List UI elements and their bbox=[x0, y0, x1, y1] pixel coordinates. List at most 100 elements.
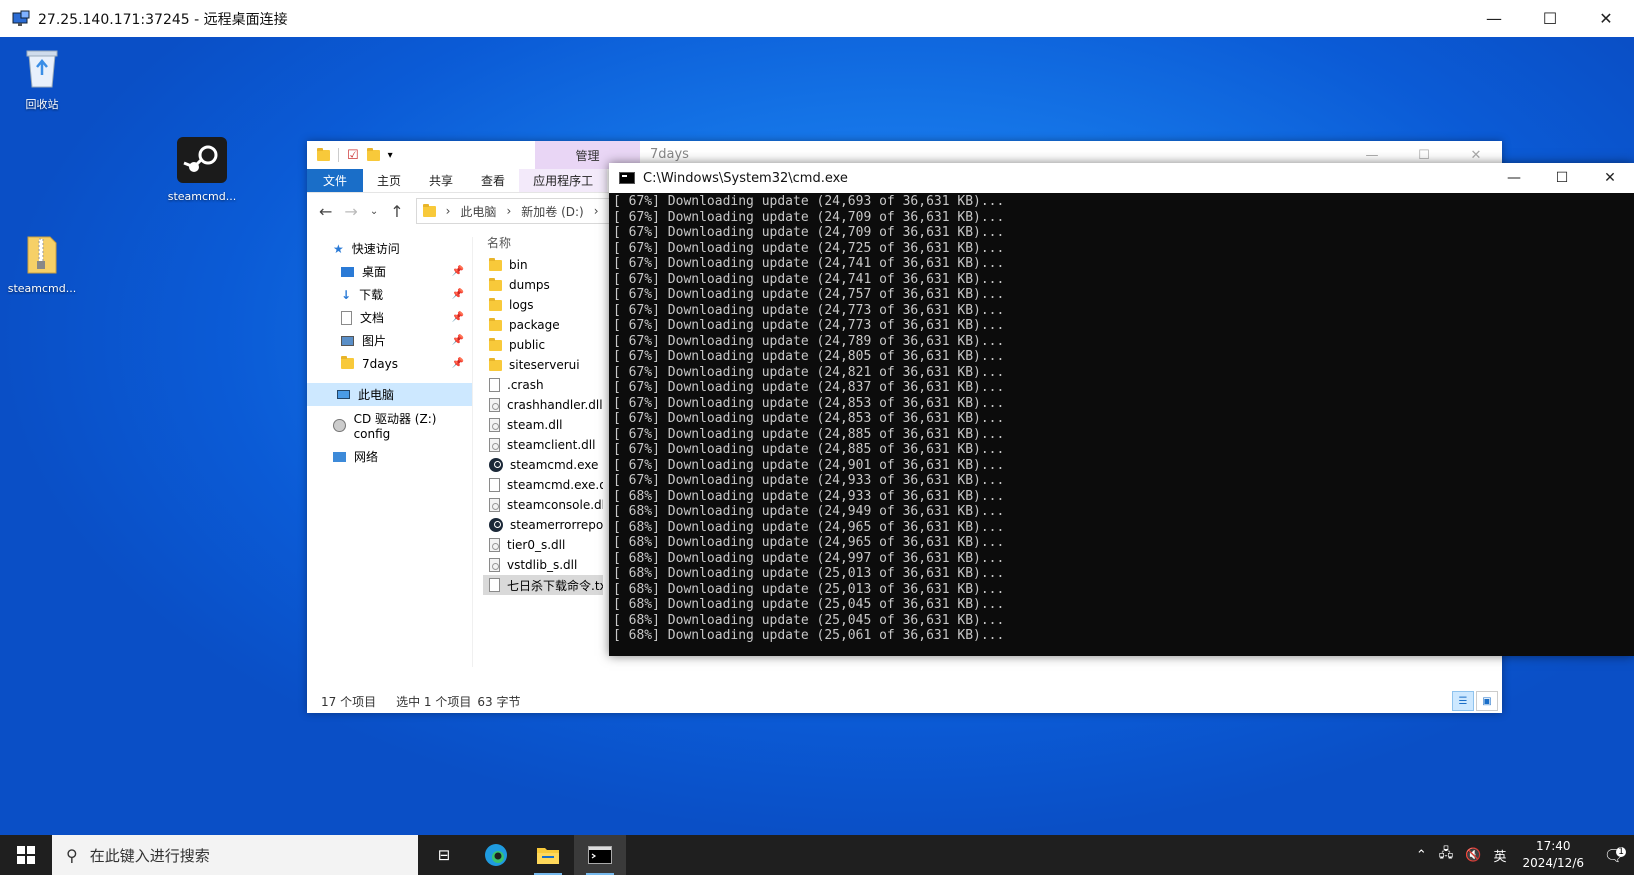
desktop-icon-label: steamcmd... bbox=[167, 190, 237, 203]
nav-this-pc[interactable]: 此电脑 bbox=[307, 383, 472, 406]
input-method-indicator[interactable]: 英 bbox=[1487, 846, 1512, 865]
pin-icon: 📌 bbox=[451, 266, 464, 277]
desktop-icon-steamcmd-zip[interactable]: steamcmd... bbox=[0, 233, 84, 295]
console-line: [ 67%] Downloading update (24,741 of 36,… bbox=[613, 256, 1005, 271]
large-icons-view-icon[interactable]: ▣ bbox=[1476, 691, 1498, 711]
file-list-item[interactable]: siteserverui bbox=[483, 355, 603, 375]
nav-label: 文档 bbox=[360, 311, 385, 325]
forward-arrow-icon[interactable]: → bbox=[344, 202, 357, 221]
file-list-item[interactable]: steam.dll bbox=[483, 415, 603, 435]
taskbar: ⚲ 在此键入进行搜索 ⊟ ⌃ 🖧 🔇 英 17:40 2024/12/6 🗨 1 bbox=[0, 835, 1634, 875]
cmd-close-button[interactable]: ✕ bbox=[1586, 163, 1634, 193]
nav-quick-access[interactable]: ★ 快速访问 bbox=[307, 237, 472, 260]
customize-quick-access-icon[interactable]: ▾ bbox=[388, 150, 393, 161]
file-list-item[interactable]: bin bbox=[483, 255, 603, 275]
tab-file[interactable]: 文件 bbox=[307, 169, 364, 192]
file-list-item[interactable]: .crash bbox=[483, 375, 603, 395]
network-icon bbox=[333, 451, 346, 462]
file-list-item[interactable]: 七日杀下载命令.txt bbox=[483, 575, 603, 595]
file-name: .crash bbox=[507, 378, 544, 392]
taskbar-search-box[interactable]: ⚲ 在此键入进行搜索 bbox=[52, 835, 418, 875]
file-list-item[interactable]: package bbox=[483, 315, 603, 335]
column-header-name[interactable]: 名称 bbox=[483, 229, 603, 255]
tab-share[interactable]: 共享 bbox=[415, 169, 467, 192]
dll-file-icon bbox=[489, 498, 500, 512]
breadcrumb-this-pc[interactable]: 此电脑 bbox=[460, 203, 496, 220]
console-line: [ 67%] Downloading update (24,853 of 36,… bbox=[613, 411, 1005, 426]
nav-item-downloads[interactable]: ↓ 下载 📌 bbox=[307, 283, 472, 306]
recent-locations-icon[interactable]: ⌄ bbox=[370, 206, 378, 217]
console-line: [ 68%] Downloading update (24,933 of 36,… bbox=[613, 488, 1005, 504]
nav-label: CD 驱动器 (Z:) config bbox=[353, 412, 437, 441]
file-list-item[interactable]: public bbox=[483, 335, 603, 355]
desktop-icon-label: steamcmd... bbox=[7, 282, 77, 295]
file-name: steamcmd.exe bbox=[510, 458, 599, 472]
nav-item-7days[interactable]: 7days 📌 bbox=[307, 352, 472, 375]
console-line: [ 67%] Downloading update (24,693 of 36,… bbox=[613, 194, 1005, 209]
cmd-maximize-button[interactable]: ☐ bbox=[1538, 163, 1586, 193]
system-tray: ⌃ 🖧 🔇 英 17:40 2024/12/6 🗨 1 bbox=[1410, 835, 1634, 875]
computer-icon bbox=[337, 390, 350, 399]
tab-home[interactable]: 主页 bbox=[363, 169, 415, 192]
tab-application-tools[interactable]: 应用程序工 bbox=[519, 169, 608, 192]
file-list-item[interactable]: logs bbox=[483, 295, 603, 315]
chevron-up-icon[interactable]: ⌃ bbox=[1410, 848, 1433, 863]
file-list-item[interactable]: steamcmd.exe.old bbox=[483, 475, 603, 495]
file-list-item[interactable]: steamcmd.exe bbox=[483, 455, 603, 475]
notification-center-button[interactable]: 🗨 1 bbox=[1594, 846, 1634, 865]
taskbar-file-explorer-button[interactable] bbox=[522, 835, 574, 875]
task-view-button[interactable]: ⊟ bbox=[418, 835, 470, 875]
properties-icon[interactable]: ☑ bbox=[347, 148, 359, 163]
file-list-item[interactable]: steamconsole.dll bbox=[483, 495, 603, 515]
new-folder-icon[interactable] bbox=[366, 147, 380, 161]
console-line: [ 68%] Downloading update (25,013 of 36,… bbox=[613, 581, 1005, 597]
rdp-maximize-button[interactable]: ☐ bbox=[1522, 0, 1578, 37]
console-line: [ 67%] Downloading update (24,789 of 36,… bbox=[613, 333, 1005, 349]
pin-icon: 📌 bbox=[451, 289, 464, 300]
breadcrumb-drive-d[interactable]: 新加卷 (D:) bbox=[521, 203, 583, 220]
zip-folder-icon bbox=[27, 236, 57, 274]
nav-label: 此电脑 bbox=[358, 388, 395, 402]
nav-item-desktop[interactable]: 桌面 📌 bbox=[307, 260, 472, 283]
status-bar: 17 个项目 选中 1 个项目 63 字节 bbox=[307, 689, 1502, 713]
rdp-close-button[interactable]: ✕ bbox=[1578, 0, 1634, 37]
speaker-muted-icon[interactable]: 🔇 bbox=[1459, 848, 1487, 863]
clock-date: 2024/12/6 bbox=[1522, 856, 1584, 870]
nav-cd-drive[interactable]: CD 驱动器 (Z:) config bbox=[307, 412, 472, 441]
file-name: crashhandler.dll bbox=[507, 398, 603, 412]
nav-label: 桌面 bbox=[362, 265, 387, 279]
console-line: [ 67%] Downloading update (24,837 of 36,… bbox=[613, 380, 1005, 395]
file-list-item[interactable]: vstdlib_s.dll bbox=[483, 555, 603, 575]
desktop-icon-steamcmd-shortcut[interactable]: steamcmd... bbox=[160, 137, 244, 203]
folder-icon bbox=[489, 277, 502, 291]
start-button[interactable] bbox=[0, 835, 52, 875]
nav-network[interactable]: 网络 bbox=[307, 445, 472, 468]
cmd-window: C:\Windows\System32\cmd.exe — ☐ ✕ [ 67%]… bbox=[609, 163, 1634, 656]
steam-icon bbox=[489, 518, 503, 532]
file-list-item[interactable]: steamerrorreporter.exe bbox=[483, 515, 603, 535]
text-file-icon bbox=[489, 578, 500, 592]
windows-logo-icon bbox=[17, 846, 35, 864]
details-view-icon[interactable]: ☰ bbox=[1452, 691, 1474, 711]
nav-item-documents[interactable]: 文档 📌 bbox=[307, 306, 472, 329]
file-name: 七日杀下载命令.txt bbox=[507, 578, 603, 593]
console-output[interactable]: [ 67%] Downloading update (24,693 of 36,… bbox=[609, 193, 1634, 645]
rdp-minimize-button[interactable]: — bbox=[1466, 0, 1522, 37]
back-arrow-icon[interactable]: ← bbox=[319, 202, 332, 221]
taskbar-clock[interactable]: 17:40 2024/12/6 bbox=[1512, 838, 1594, 872]
cmd-titlebar: C:\Windows\System32\cmd.exe — ☐ ✕ bbox=[609, 163, 1634, 193]
nav-item-pictures[interactable]: 图片 📌 bbox=[307, 329, 472, 352]
network-status-icon[interactable]: 🖧 bbox=[1433, 844, 1460, 866]
taskbar-edge-button[interactable] bbox=[470, 835, 522, 875]
console-line: [ 68%] Downloading update (25,013 of 36,… bbox=[613, 566, 1005, 581]
file-list-item[interactable]: tier0_s.dll bbox=[483, 535, 603, 555]
file-list-item[interactable]: steamclient.dll bbox=[483, 435, 603, 455]
console-line: [ 67%] Downloading update (24,885 of 36,… bbox=[613, 426, 1005, 442]
file-list-item[interactable]: dumps bbox=[483, 275, 603, 295]
tab-view[interactable]: 查看 bbox=[467, 169, 519, 192]
desktop-icon-recycle-bin[interactable]: 回收站 bbox=[0, 45, 84, 112]
cmd-minimize-button[interactable]: — bbox=[1490, 163, 1538, 193]
taskbar-cmd-button[interactable] bbox=[574, 835, 626, 875]
file-list-item[interactable]: crashhandler.dll bbox=[483, 395, 603, 415]
up-arrow-icon[interactable]: ↑ bbox=[390, 202, 403, 221]
